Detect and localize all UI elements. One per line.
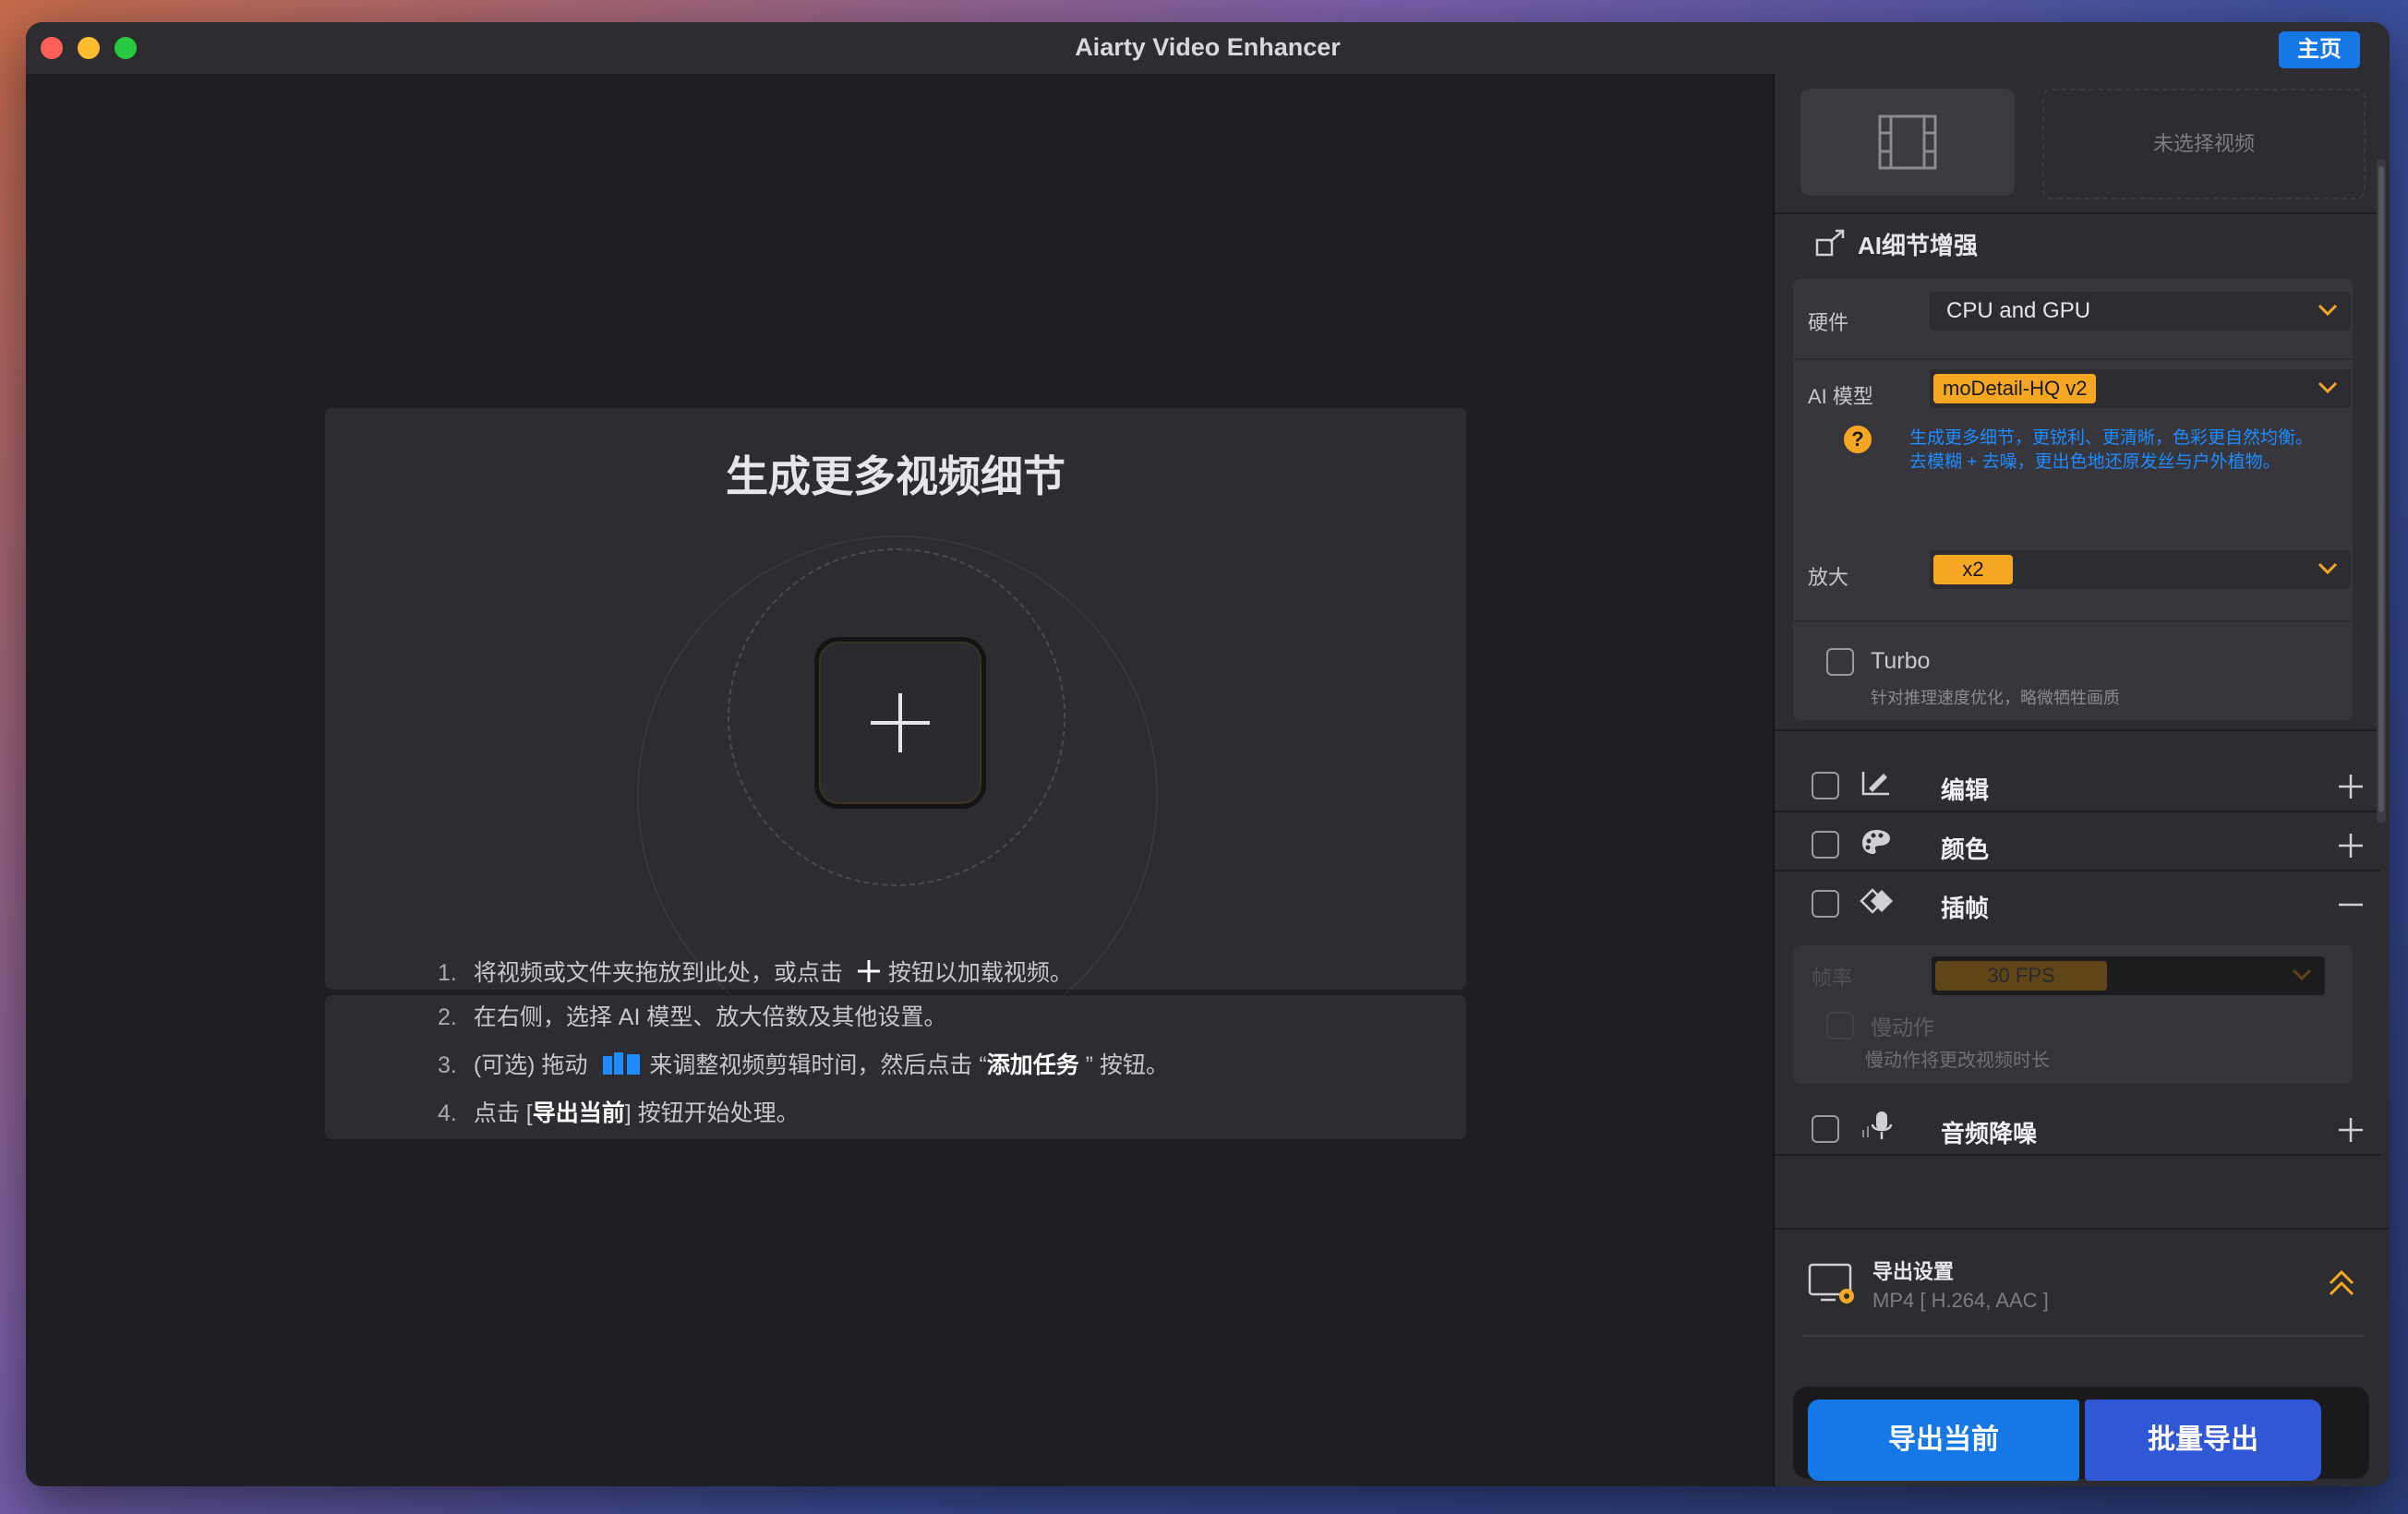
- chevron-down-icon: [2318, 304, 2338, 317]
- export-format: MP4 [ H.264, AAC ]: [1872, 1289, 2049, 1312]
- step-4: 4. 点击 [导出当前] 按钮开始处理。: [438, 1100, 800, 1126]
- batch-export-button[interactable]: 批量导出: [2085, 1400, 2321, 1481]
- video-thumbnail[interactable]: [1800, 89, 2015, 196]
- color-label: 颜色: [1941, 835, 1990, 863]
- film-icon: [1878, 114, 1937, 170]
- home-button[interactable]: 主页: [2279, 31, 2360, 68]
- slow-motion-checkbox[interactable]: [1826, 1012, 1854, 1039]
- interpolation-label: 插帧: [1941, 895, 1990, 922]
- divider: [1775, 870, 2380, 871]
- expand-plus-icon[interactable]: [2338, 774, 2364, 799]
- expand-plus-icon[interactable]: [2338, 833, 2364, 859]
- ai-model-select[interactable]: moDetail-HQ v2: [1930, 369, 2351, 408]
- export-settings-icon: [1808, 1263, 1854, 1304]
- divider: [1775, 811, 2380, 812]
- slow-motion-description: 慢动作将更改视频时长: [1865, 1051, 2050, 1071]
- ai-enhance-title: AI细节增强: [1858, 232, 1979, 259]
- model-description-line2: 去模糊 + 去噪，更出色地还原发丝与户外植物。: [1909, 452, 2281, 472]
- step-3: 3. (可选) 拖动 来调整视频剪辑时间，然后点击 “添加任务 ” 按钮。: [438, 1052, 1169, 1078]
- divider: [1775, 729, 2380, 731]
- help-icon[interactable]: ?: [1843, 425, 1872, 454]
- hardware-select[interactable]: CPU and GPU: [1930, 292, 2351, 330]
- drop-zone[interactable]: 生成更多视频细节 1. 将视频或文件夹拖放到此处，或点击 按钮以加载视频。: [325, 408, 1466, 1056]
- fps-label: 帧率: [1812, 967, 1853, 990]
- title-bar: Aiarty Video Enhancer 主页: [26, 22, 2390, 75]
- ai-model-label: AI 模型: [1808, 385, 1873, 408]
- turbo-description: 针对推理速度优化，略微牺牲画质: [1871, 689, 2120, 707]
- model-description-line1: 生成更多细节，更锐利、更清晰，色彩更自然均衡。: [1909, 428, 2314, 448]
- divider: [1793, 358, 2353, 360]
- divider: [1775, 1228, 2390, 1230]
- app-window: Aiarty Video Enhancer 主页 生成更多视频细节 1. 将视频或…: [26, 22, 2390, 1486]
- audio-denoise-checkbox[interactable]: [1812, 1115, 1839, 1143]
- ai-settings-panel: 硬件 CPU and GPU AI 模型 moDetail-HQ v2 ? 生成…: [1793, 279, 2353, 720]
- scrollbar-thumb[interactable]: [2378, 166, 2384, 812]
- collapse-minus-icon[interactable]: [2338, 892, 2364, 918]
- scale-select[interactable]: x2: [1930, 550, 2351, 589]
- trim-handle-icon: [603, 1052, 641, 1075]
- palette-icon: [1862, 830, 1890, 854]
- edit-checkbox[interactable]: [1812, 772, 1839, 799]
- hardware-label: 硬件: [1808, 311, 1849, 334]
- chevron-down-icon: [2318, 381, 2338, 394]
- export-current-button[interactable]: 导出当前: [1808, 1400, 2079, 1481]
- export-settings-title: 导出设置: [1872, 1260, 1955, 1283]
- step-1: 1. 将视频或文件夹拖放到此处，或点击 按钮以加载视频。: [438, 960, 1073, 986]
- slow-motion-label: 慢动作: [1871, 1015, 1934, 1039]
- microphone-icon: [1862, 1111, 1893, 1139]
- add-video-button[interactable]: [814, 637, 986, 809]
- no-video-placeholder: 未选择视频: [2042, 89, 2366, 199]
- chevron-down-icon: [2292, 968, 2312, 981]
- enhance-icon: [1815, 229, 1845, 257]
- fps-select[interactable]: 30 FPS: [1932, 956, 2325, 995]
- drop-zone-title: 生成更多视频细节: [726, 452, 1066, 500]
- svg-text:?: ?: [1851, 427, 1863, 451]
- settings-sidebar: 未选择视频 AI细节增强 硬件 CPU and GPU AI 模型 moDeta…: [1773, 74, 2390, 1486]
- color-checkbox[interactable]: [1812, 831, 1839, 859]
- instructions-panel: 2. 在右侧，选择 AI 模型、放大倍数及其他设置。 3. (可选) 拖动 来调整视…: [325, 995, 1466, 1139]
- divider: [1775, 1154, 2380, 1156]
- divider: [1802, 1335, 2364, 1337]
- chevron-down-icon: [2318, 562, 2338, 575]
- app-title: Aiarty Video Enhancer: [1075, 33, 1341, 61]
- turbo-label: Turbo: [1871, 648, 1931, 674]
- divider: [1775, 212, 2380, 214]
- plus-icon: [857, 960, 880, 982]
- step-2: 2. 在右侧，选择 AI 模型、放大倍数及其他设置。: [438, 1004, 947, 1030]
- edit-label: 编辑: [1941, 776, 1990, 804]
- expand-plus-icon[interactable]: [2338, 1117, 2364, 1143]
- preview-area: 生成更多视频细节 1. 将视频或文件夹拖放到此处，或点击 按钮以加载视频。 2. 在…: [26, 74, 1773, 1486]
- interpolation-panel: 帧率 30 FPS 慢动作 慢动作将更改视频时长: [1793, 945, 2353, 1084]
- frames-icon: [1860, 888, 1893, 914]
- edit-icon: [1861, 772, 1889, 796]
- divider: [1793, 620, 2353, 622]
- scale-label: 放大: [1808, 566, 1849, 589]
- chevron-double-up-icon[interactable]: [2327, 1268, 2356, 1298]
- audio-denoise-label: 音频降噪: [1941, 1120, 2038, 1148]
- interpolation-checkbox[interactable]: [1812, 890, 1839, 918]
- plus-icon: [871, 693, 930, 752]
- turbo-checkbox[interactable]: [1826, 648, 1854, 676]
